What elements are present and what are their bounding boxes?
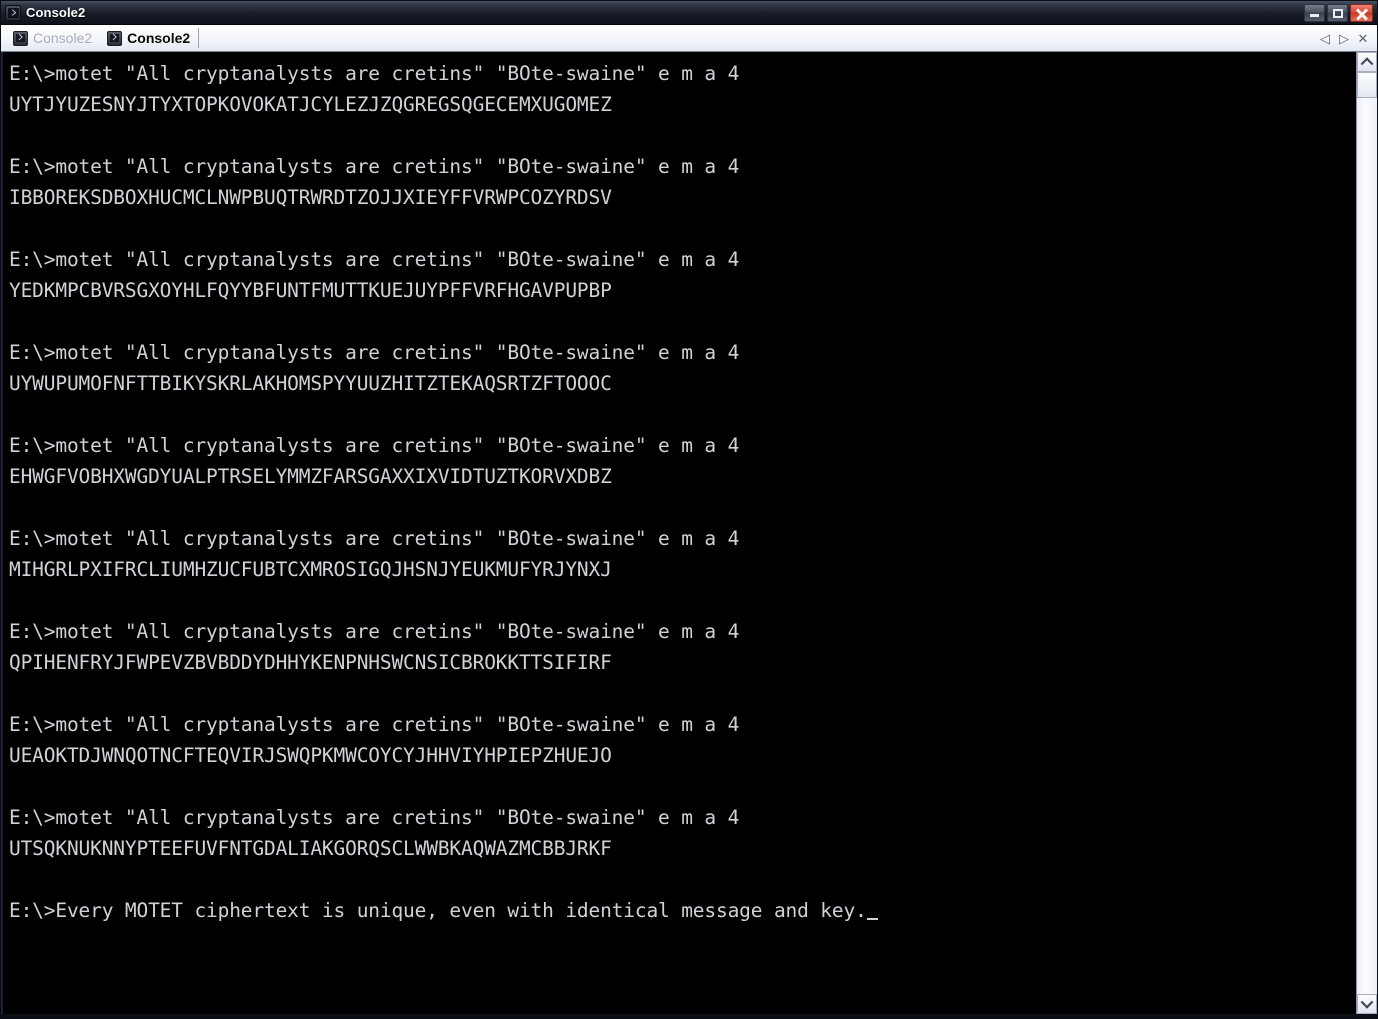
console-line-command: E:\>motet "All cryptanalysts are cretins… [9, 806, 740, 829]
console-line-command: E:\>motet "All cryptanalysts are cretins… [9, 155, 740, 178]
tab-bar-tools: ◁ ▷ ✕ [1319, 25, 1377, 51]
console-output[interactable]: E:\>motet "All cryptanalysts are cretins… [3, 52, 1356, 1014]
title-bar[interactable]: Console2 [1, 1, 1377, 25]
close-button[interactable] [1350, 3, 1373, 22]
window-title: Console2 [26, 5, 86, 20]
console-icon [5, 4, 21, 21]
console-area: E:\>motet "All cryptanalysts are cretins… [1, 52, 1377, 1014]
console-line-output: IBBOREKSDBOXHUCMCLNWPBUQTRWRDTZOJJXIEYFF… [9, 186, 612, 209]
scrollbar-track[interactable] [1357, 72, 1377, 994]
tab-close-button[interactable]: ✕ [1357, 32, 1369, 45]
console-line-command: E:\>motet "All cryptanalysts are cretins… [9, 527, 740, 550]
minimize-icon [1310, 13, 1319, 17]
console-scrollbar[interactable] [1356, 52, 1377, 1014]
console-line-output: UYWUPUMOFNFTTBIKYSKRLAKHOMSPYYUUZHITZTEK… [9, 372, 612, 395]
caption-button-group [1304, 3, 1373, 22]
tab-prev-button[interactable]: ◁ [1319, 32, 1331, 45]
console-icon [13, 30, 28, 46]
console-line-command: E:\>motet "All cryptanalysts are cretins… [9, 713, 740, 736]
console-line-output: UTSQKNUKNNYPTEEFUVFNTGDALIAKGORQSCLWWBKA… [9, 837, 612, 860]
console-line-command: E:\>motet "All cryptanalysts are cretins… [9, 248, 740, 271]
console-line-command: E:\>motet "All cryptanalysts are cretins… [9, 341, 740, 364]
console-line-output: YEDKMPCBVRSGXOYHLFQYYBFUNTFMUTTKUEJUYPFF… [9, 279, 612, 302]
tab-bar: Console2 Console2 ◁ ▷ ✕ [1, 25, 1377, 52]
console-icon [107, 30, 123, 46]
tab-bar-spacer [199, 25, 1319, 51]
console-line-output: QPIHENFRYJFWPEVZBVBDDYDHHYKENPNHSWCNSICB… [9, 651, 612, 674]
console-line-command: E:\>motet "All cryptanalysts are cretins… [9, 62, 740, 85]
tab-console2-1[interactable]: Console2 [7, 25, 101, 51]
console-line-output: UYTJYUZESNYJTYXTOPKOVOKATJCYLEZJZQGREGSQ… [9, 93, 612, 116]
maximize-icon [1333, 8, 1343, 18]
scroll-down-button[interactable] [1357, 994, 1377, 1014]
console-line-command: E:\>motet "All cryptanalysts are cretins… [9, 434, 740, 457]
scroll-up-button[interactable] [1357, 52, 1377, 72]
scroll-down-icon [1360, 995, 1374, 1009]
tab-label: Console2 [33, 30, 93, 46]
maximize-button[interactable] [1327, 3, 1348, 22]
tab-console2-2[interactable]: Console2 [101, 25, 200, 51]
console-line-output: UEAOKTDJWNQOTNCFTEQVIRJSWQPKMWCOYCYJHHVI… [9, 744, 612, 767]
status-strip [1, 1014, 1377, 1018]
scroll-up-icon [1360, 57, 1374, 71]
tab-label: Console2 [127, 30, 191, 46]
minimize-button[interactable] [1304, 3, 1325, 22]
console2-window: Console2 Console2 Console2 ◁ ▷ ✕ E:\>mot… [0, 0, 1378, 1019]
tab-next-button[interactable]: ▷ [1338, 32, 1350, 45]
scrollbar-thumb[interactable] [1357, 72, 1377, 98]
console-cursor [866, 918, 878, 920]
console-line-command: E:\>motet "All cryptanalysts are cretins… [9, 620, 740, 643]
console-line-output: EHWGFVOBHXWGDYUALPTRSELYMMZFARSGAXXIXVID… [9, 465, 612, 488]
console-line-output: MIHGRLPXIFRCLIUMHZUCFUBTCXMROSIGQJHSNJYE… [9, 558, 612, 581]
console-line-prompt-final: E:\>Every MOTET ciphertext is unique, ev… [9, 895, 1356, 926]
